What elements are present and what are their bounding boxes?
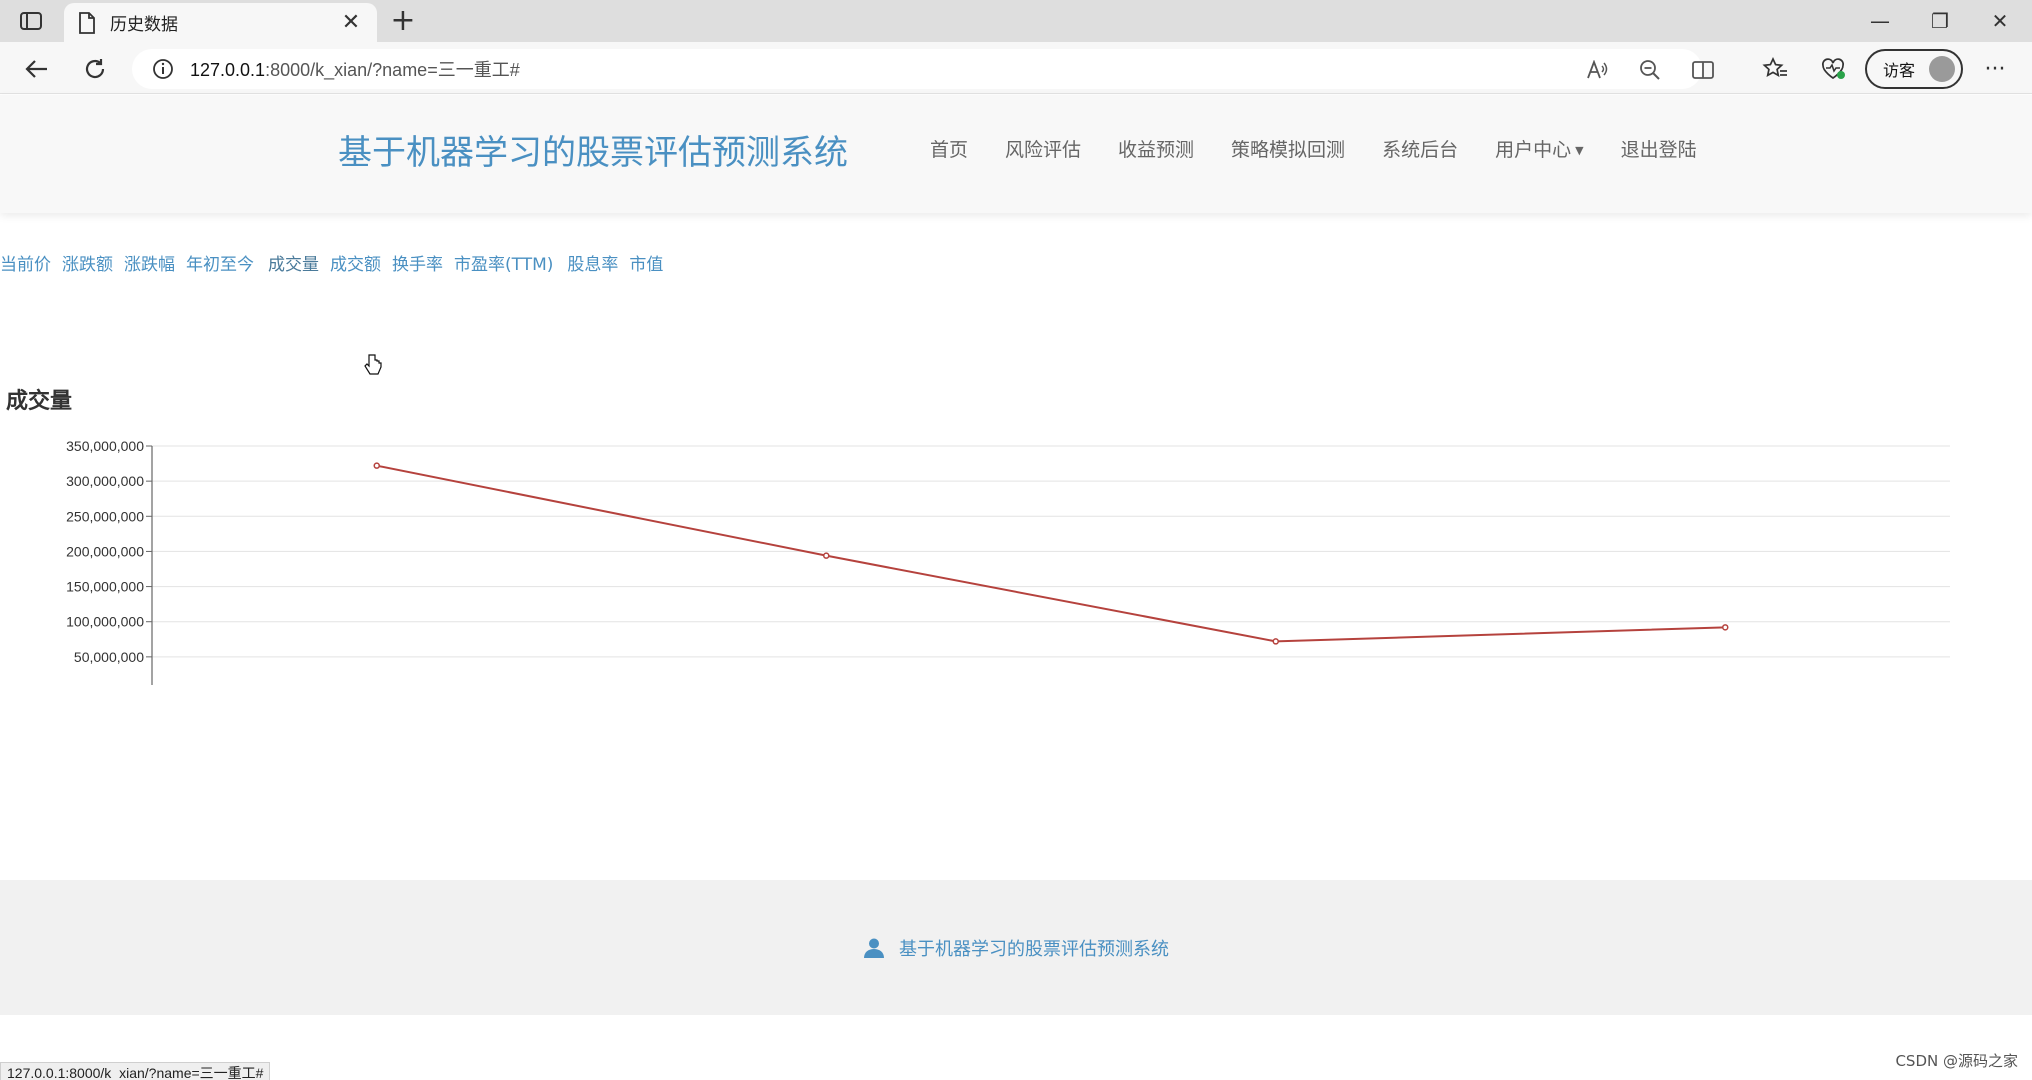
metric-link[interactable]: 涨跌额 (62, 250, 113, 275)
metric-link[interactable]: 涨跌幅 (124, 250, 175, 275)
metric-link[interactable]: 市盈率(TTM) (454, 250, 553, 275)
profile-button[interactable]: 访客 (1865, 49, 1963, 89)
nav-risk-assessment[interactable]: 风险评估 (1005, 135, 1081, 162)
watermark: CSDN @源码之家 (1895, 1052, 2018, 1070)
metric-links: 当前价 涨跌额 涨跌幅 年初至今 成交量 成交额 换手率 市盈率(TTM) 股息… (0, 250, 674, 275)
main-nav: 首页 风险评估 收益预测 策略模拟回测 系统后台 用户中心 ▼ 退出登陆 (930, 135, 1734, 162)
status-url: 127.0.0.1:8000/k_xian/?name=三一重工# (0, 1062, 271, 1080)
y-tick-label: 100,000,000 (66, 614, 144, 630)
nav-return-forecast[interactable]: 收益预测 (1118, 135, 1194, 162)
profile-label: 访客 (1883, 61, 1916, 80)
favorites-icon[interactable] (1758, 52, 1792, 86)
footer-brand[interactable]: 基于机器学习的股票评估预测系统 (899, 935, 1169, 961)
metric-link[interactable]: 换手率 (392, 250, 443, 275)
page: 基于机器学习的股票评估预测系统 首页 风险评估 收益预测 策略模拟回测 系统后台… (0, 95, 2032, 1080)
metric-link-active[interactable]: 成交量 (268, 250, 319, 275)
close-window-icon[interactable]: ✕ (1980, 6, 2020, 36)
y-tick-label: 0 (136, 684, 144, 685)
split-screen-icon[interactable] (1690, 57, 1716, 83)
data-point[interactable] (823, 552, 830, 559)
chart-svg: 0 50,000,000 100,000,000 150,000,000 200,000… (66, 438, 1950, 685)
info-icon[interactable] (152, 58, 174, 80)
chart-title: 成交量 (6, 389, 73, 414)
data-point[interactable] (373, 462, 380, 469)
y-tick-label: 200,000,000 (66, 543, 144, 559)
browser-essentials-icon[interactable] (1816, 52, 1850, 86)
site-footer: 基于机器学习的股票评估预测系统 (0, 880, 2032, 1015)
tab-close-icon[interactable]: ✕ (339, 10, 363, 35)
caret-down-icon: ▼ (1575, 144, 1584, 157)
browser-tab[interactable]: 历史数据 ✕ (64, 3, 377, 42)
y-tick-label: 50,000,000 (74, 649, 144, 665)
site-header: 基于机器学习的股票评估预测系统 首页 风险评估 收益预测 策略模拟回测 系统后台… (0, 95, 2032, 213)
metric-link[interactable]: 股息率 (567, 250, 618, 275)
volume-chart: 0 50,000,000 100,000,000 150,000,000 200,000… (0, 435, 2032, 685)
address-bar[interactable]: 127.0.0.1:8000/k_xian/?name=三一重工# (132, 49, 1714, 89)
nav-strategy-backtest[interactable]: 策略模拟回测 (1231, 135, 1345, 162)
minimize-icon[interactable]: — (1860, 6, 1900, 36)
y-tick-label: 350,000,000 (66, 438, 144, 454)
nav-user-center[interactable]: 用户中心 ▼ (1495, 135, 1583, 162)
browser-toolbar: 127.0.0.1:8000/k_xian/?name=三一重工# 访客 ··· (0, 42, 2032, 94)
read-aloud-icon[interactable] (1584, 57, 1610, 83)
tab-actions-icon[interactable] (18, 10, 44, 32)
back-icon[interactable] (20, 52, 54, 86)
new-tab-icon[interactable]: + (386, 6, 420, 36)
document-icon (79, 11, 95, 34)
y-tick-label: 250,000,000 (66, 508, 144, 524)
browser-tab-bar: 历史数据 ✕ + — ❐ ✕ (0, 0, 2032, 42)
nav-home[interactable]: 首页 (930, 135, 968, 162)
tab-title: 历史数据 (110, 15, 178, 35)
metric-link[interactable]: 市值 (629, 250, 663, 275)
metric-link[interactable]: 年初至今 (186, 250, 254, 275)
address-url: 127.0.0.1:8000/k_xian/?name=三一重工# (190, 60, 520, 80)
user-icon (864, 938, 884, 958)
data-point[interactable] (1272, 638, 1279, 645)
metric-link[interactable]: 成交额 (330, 250, 381, 275)
refresh-icon[interactable] (78, 52, 112, 86)
site-brand[interactable]: 基于机器学习的股票评估预测系统 (338, 125, 848, 174)
avatar (1929, 56, 1955, 82)
y-tick-label: 150,000,000 (66, 579, 144, 595)
more-options-icon[interactable]: ··· (1978, 52, 2012, 86)
y-tick-label: 300,000,000 (66, 473, 144, 489)
hand-cursor-icon (364, 354, 382, 375)
restore-icon[interactable]: ❐ (1920, 6, 1960, 36)
metric-link[interactable]: 当前价 (0, 250, 51, 275)
zoom-out-icon[interactable] (1637, 57, 1663, 83)
data-point[interactable] (1722, 624, 1729, 631)
series-line (376, 464, 1726, 643)
nav-logout[interactable]: 退出登陆 (1621, 135, 1697, 162)
nav-admin[interactable]: 系统后台 (1382, 135, 1458, 162)
